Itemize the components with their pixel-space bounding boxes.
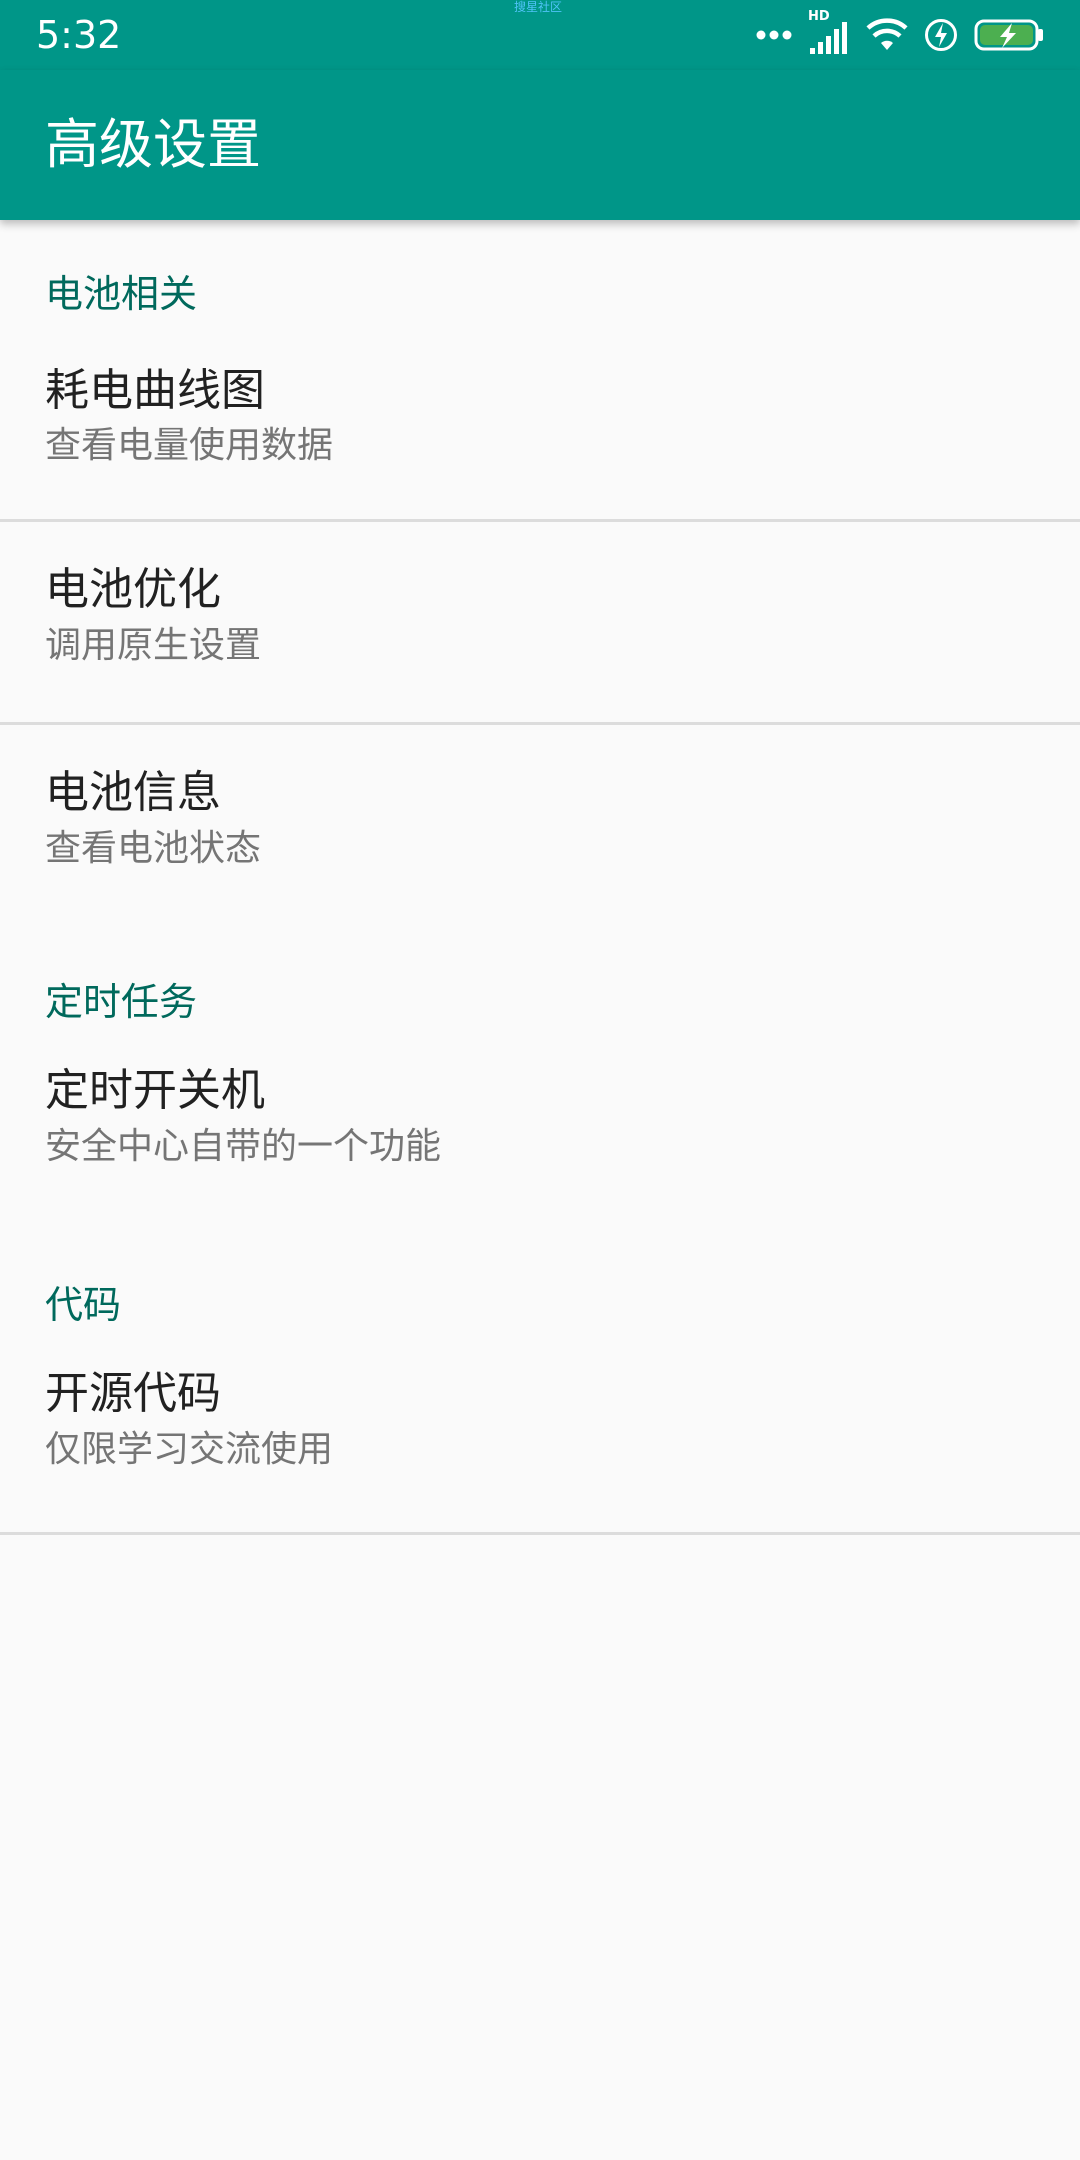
pref-title: 开源代码 bbox=[45, 1368, 221, 1419]
hd-signal-icon: HD bbox=[808, 10, 850, 56]
status-bar: 5:32 搜星社区 HD bbox=[0, 0, 1080, 70]
app-bar: 高级设置 bbox=[0, 70, 1080, 220]
wifi-icon bbox=[866, 18, 908, 52]
category-battery: 电池相关 bbox=[45, 272, 198, 316]
status-time: 5:32 bbox=[36, 13, 122, 57]
pref-title: 耗电曲线图 bbox=[45, 365, 265, 416]
divider bbox=[0, 1532, 1080, 1535]
pref-item-power-curve[interactable]: 耗电曲线图 查看电量使用数据 bbox=[0, 360, 1080, 520]
pref-title: 电池信息 bbox=[45, 767, 221, 818]
page-title: 高级设置 bbox=[45, 113, 261, 176]
pref-summary: 调用原生设置 bbox=[45, 625, 262, 666]
status-icons: HD bbox=[756, 10, 1044, 56]
pref-item-open-source[interactable]: 开源代码 仅限学习交流使用 bbox=[0, 1363, 1080, 1533]
more-dots-icon bbox=[756, 29, 792, 41]
pref-summary: 查看电量使用数据 bbox=[45, 425, 334, 466]
status-center-text: 搜星社区 bbox=[514, 0, 563, 14]
category-code: 代码 bbox=[45, 1283, 122, 1327]
category-schedule: 定时任务 bbox=[45, 980, 198, 1024]
pref-title: 电池优化 bbox=[45, 564, 221, 615]
pref-title: 定时开关机 bbox=[45, 1065, 265, 1116]
pref-summary: 安全中心自带的一个功能 bbox=[45, 1126, 442, 1167]
pref-summary: 仅限学习交流使用 bbox=[45, 1429, 334, 1470]
pref-item-scheduled-power[interactable]: 定时开关机 安全中心自带的一个功能 bbox=[0, 1060, 1080, 1210]
pref-item-battery-optimization[interactable]: 电池优化 调用原生设置 bbox=[0, 522, 1080, 722]
battery-charging-icon bbox=[974, 18, 1044, 52]
hd-label: HD bbox=[808, 9, 830, 24]
pref-item-battery-info[interactable]: 电池信息 查看电池状态 bbox=[0, 725, 1080, 895]
flash-icon bbox=[924, 18, 958, 52]
pref-summary: 查看电池状态 bbox=[45, 828, 262, 869]
